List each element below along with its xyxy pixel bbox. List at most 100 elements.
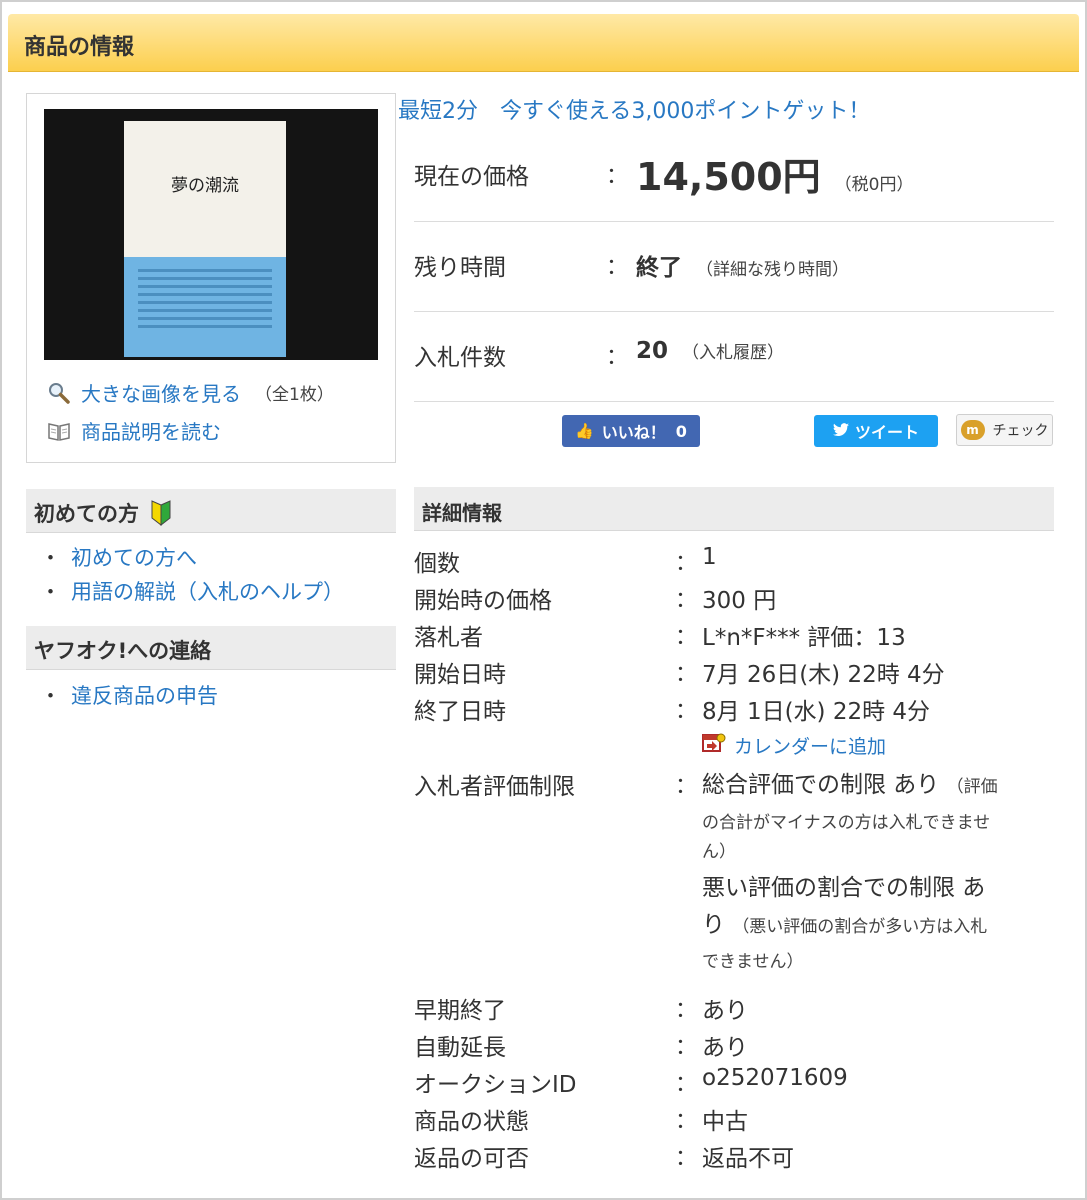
add-to-calendar[interactable]: カレンダーに追加 <box>702 732 886 759</box>
check-label: チェック <box>992 423 1049 439</box>
bidder-restriction-value: 総合評価での制限 あり （評価 の合計がマイナスの方は入札できませ ん） 悪い評… <box>702 767 1052 978</box>
price-colon: ： <box>606 164 629 189</box>
section-header: 商品の情報 <box>8 14 1079 72</box>
price-label: 現在の価格 <box>414 164 529 190</box>
detail-colon: ： <box>675 588 698 613</box>
image-panel: 夢の潮流 大きな画像を見る （全1枚） 商品説明を読む <box>26 93 396 463</box>
view-large-image-link[interactable]: 大きな画像を見る <box>81 378 241 407</box>
time-left-row: 残り時間 ： 終了 （詳細な残り時間） <box>414 248 1054 288</box>
contact-heading-text: ヤフオク!への連絡 <box>34 639 212 663</box>
bidder-restriction-link[interactable]: 入札者評価制限 <box>414 767 575 801</box>
condition-value: 中古 <box>702 1109 748 1135</box>
calendar-icon <box>702 732 726 759</box>
detail-colon: ： <box>675 662 698 687</box>
like-count: 0 <box>675 421 687 441</box>
bids: 20 （入札履歴） <box>636 338 784 364</box>
winner-label: 落札者 <box>414 625 483 651</box>
view-large-image[interactable]: 大きな画像を見る （全1枚） <box>47 378 334 407</box>
time-left-label: 残り時間 <box>414 255 506 281</box>
bid-count: 20 <box>636 338 669 364</box>
contact-heading: ヤフオク!への連絡 <box>26 626 396 670</box>
thumbs-up-icon: 👍 <box>575 422 594 440</box>
bid-history-link[interactable]: （入札履歴） <box>682 343 784 363</box>
restriction-total-note-a: （評価 <box>946 777 998 797</box>
price-row: 現在の価格 ： 14,500円 （税0円） <box>414 150 1054 220</box>
condition-label: 商品の状態 <box>414 1109 529 1135</box>
mixi-check-icon: m <box>960 420 985 440</box>
like-label: いいね！ <box>601 423 666 442</box>
price-tax: （税0円） <box>834 175 914 195</box>
time-left-colon: ： <box>606 255 629 280</box>
beginner-mark-icon <box>150 499 172 531</box>
detail-colon: ： <box>675 998 698 1023</box>
detail-colon: ： <box>675 1109 698 1134</box>
check-button[interactable]: m チェック <box>956 414 1053 446</box>
book-band <box>124 257 286 357</box>
read-description-link[interactable]: 商品説明を読む <box>81 416 221 445</box>
facebook-like-button[interactable]: 👍 いいね！ 0 <box>562 415 700 447</box>
time-left-value: 終了 <box>636 255 682 281</box>
start-price-value: 300 円 <box>702 588 777 614</box>
restriction-total-note-b: の合計がマイナスの方は入札できませ <box>702 813 991 833</box>
end-date-value: 8月 1日(水) 22時 4分 <box>702 699 931 725</box>
book-title: 夢の潮流 <box>171 176 239 196</box>
twitter-bird-icon <box>832 422 849 441</box>
restriction-total-note-c: ん） <box>702 842 736 862</box>
detail-colon: ： <box>675 699 698 724</box>
book-band-text <box>138 269 272 333</box>
winner-value: L*n*F*** 評価：13 <box>702 625 906 651</box>
end-date-label: 終了日時 <box>414 699 506 725</box>
auto-extend-value: あり <box>702 1035 748 1061</box>
beginners-heading-text: 初めての方 <box>34 502 139 526</box>
promo-link[interactable]: 最短2分 今すぐ使える3,000ポイントゲット！ <box>398 93 870 125</box>
section-title: 商品の情報 <box>24 35 135 60</box>
detail-colon: ： <box>675 1072 698 1097</box>
magnifier-icon <box>47 381 71 405</box>
returns-value: 返品不可 <box>702 1146 794 1172</box>
sidebar-item-report[interactable]: ・違反商品の申告 <box>40 680 218 710</box>
detail-colon: ： <box>675 625 698 650</box>
bids-colon: ： <box>606 345 629 370</box>
sidebar-item-label[interactable]: 用語の解説（入札のヘルプ） <box>71 580 344 604</box>
details-heading: 詳細情報 <box>414 487 1054 531</box>
divider <box>414 311 1054 312</box>
start-date-value: 7月 26日(木) 22時 4分 <box>702 662 945 688</box>
image-count: （全1枚） <box>255 385 334 405</box>
current-price-value: 14,500円 <box>636 155 821 199</box>
bids-row: 入札件数 ： 20 （入札履歴） <box>414 338 1054 378</box>
book-cover: 夢の潮流 <box>124 121 286 357</box>
current-price: 14,500円 （税0円） <box>636 146 913 201</box>
bids-label: 入札件数 <box>414 345 506 371</box>
restriction-ratio-note-b: できません） <box>702 952 804 972</box>
add-to-calendar-link[interactable]: カレンダーに追加 <box>734 732 886 759</box>
auto-extend-label: 自動延長 <box>414 1035 506 1061</box>
sidebar-item-label[interactable]: 違反商品の申告 <box>71 684 218 708</box>
sidebar-item-beginners[interactable]: ・初めての方へ <box>40 542 197 572</box>
restriction-total-main: 総合評価での制限 あり <box>702 772 940 798</box>
book-icon <box>47 419 71 443</box>
product-photo[interactable]: 夢の潮流 <box>44 109 378 360</box>
sidebar-item-glossary[interactable]: ・用語の解説（入札のヘルプ） <box>40 576 344 606</box>
detail-colon: ： <box>675 1146 698 1171</box>
tweet-label: ツイート <box>854 423 919 442</box>
restriction-ratio-main-b: り <box>702 912 725 938</box>
early-end-value: あり <box>702 998 748 1024</box>
time-left: 終了 （詳細な残り時間） <box>636 248 849 282</box>
tweet-button[interactable]: ツイート <box>814 415 938 447</box>
beginners-heading: 初めての方 <box>26 489 396 533</box>
time-left-detail-link[interactable]: （詳細な残り時間） <box>696 260 849 280</box>
read-description[interactable]: 商品説明を読む <box>47 416 221 445</box>
divider <box>414 401 1054 402</box>
start-date-label: 開始日時 <box>414 662 506 688</box>
auction-id-label: オークションID <box>414 1072 577 1098</box>
quantity-label: 個数 <box>414 551 460 577</box>
auction-id-value: o252071609 <box>702 1065 848 1091</box>
details-heading-text: 詳細情報 <box>422 501 502 525</box>
quantity-value: 1 <box>702 544 717 570</box>
early-end-label: 早期終了 <box>414 998 506 1024</box>
start-price-label: 開始時の価格 <box>414 588 552 614</box>
divider <box>414 221 1054 222</box>
returns-label: 返品の可否 <box>414 1146 529 1172</box>
detail-colon: ： <box>675 774 698 799</box>
sidebar-item-label[interactable]: 初めての方へ <box>71 546 197 570</box>
